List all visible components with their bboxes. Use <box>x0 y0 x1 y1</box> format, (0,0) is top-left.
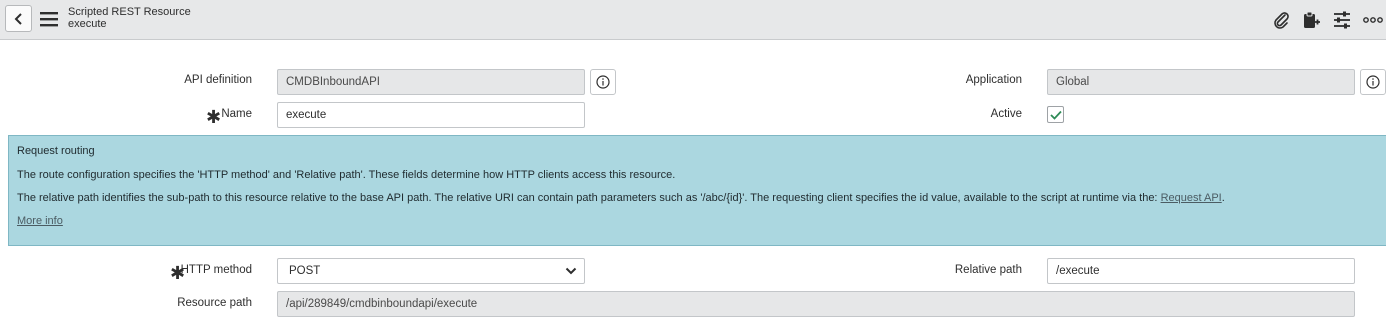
http-method-label: HTTP method <box>180 264 252 276</box>
name-label: Name <box>221 108 252 120</box>
info-icon <box>596 75 610 89</box>
personalize-form-button[interactable] <box>1331 9 1353 31</box>
routing-text-2: The relative path identifies the sub-pat… <box>17 192 1225 204</box>
relative-path-input[interactable]: /execute <box>1047 258 1355 284</box>
more-info-link[interactable]: More info <box>17 215 63 227</box>
routing-text-2-prefix: The relative path identifies the sub-pat… <box>17 192 1161 204</box>
routing-text-2-suffix: . <box>1221 192 1225 204</box>
api-definition-field[interactable]: CMDBInboundAPI <box>277 69 585 95</box>
api-definition-info-button[interactable] <box>590 69 616 95</box>
relative-path-label: Relative path <box>954 264 1022 276</box>
record-type-title: Scripted REST Resource <box>68 6 191 18</box>
application-label: Application <box>965 74 1022 86</box>
more-options-button[interactable] <box>1362 9 1384 31</box>
application-field[interactable]: Global <box>1047 69 1355 95</box>
clipboard-icon <box>1304 11 1320 28</box>
info-icon <box>1366 75 1380 89</box>
form-header: Scripted REST Resource execute <box>0 0 1386 40</box>
active-checkbox[interactable] <box>1047 106 1064 123</box>
paperclip-icon <box>1274 12 1289 29</box>
resource-path-field[interactable]: /api/289849/cmdbinboundapi/execute <box>277 291 1355 317</box>
http-method-select[interactable]: POST <box>277 258 585 284</box>
application-info-button[interactable] <box>1360 69 1386 95</box>
back-icon <box>14 12 22 25</box>
api-definition-label: API definition <box>184 74 252 86</box>
http-method-value: POST <box>289 265 321 277</box>
hamburger-menu-icon[interactable] <box>39 10 59 28</box>
clipboard-button[interactable] <box>1300 9 1322 31</box>
record-display-value: execute <box>68 18 107 30</box>
request-routing-annotation: Request routing The route configuration … <box>8 135 1386 246</box>
sliders-icon <box>1334 11 1350 29</box>
request-api-link[interactable]: Request API <box>1161 192 1222 204</box>
chevron-down-icon <box>565 267 577 275</box>
checkmark-icon <box>1049 110 1062 120</box>
resource-path-label: Resource path <box>177 297 252 309</box>
active-label: Active <box>990 108 1022 120</box>
routing-text-1: The route configuration specifies the 'H… <box>17 169 676 181</box>
name-input[interactable]: execute <box>277 102 585 128</box>
attachment-button[interactable] <box>1270 9 1292 31</box>
routing-title: Request routing <box>17 145 95 157</box>
back-button[interactable] <box>5 5 32 32</box>
more-icon <box>1363 17 1383 23</box>
